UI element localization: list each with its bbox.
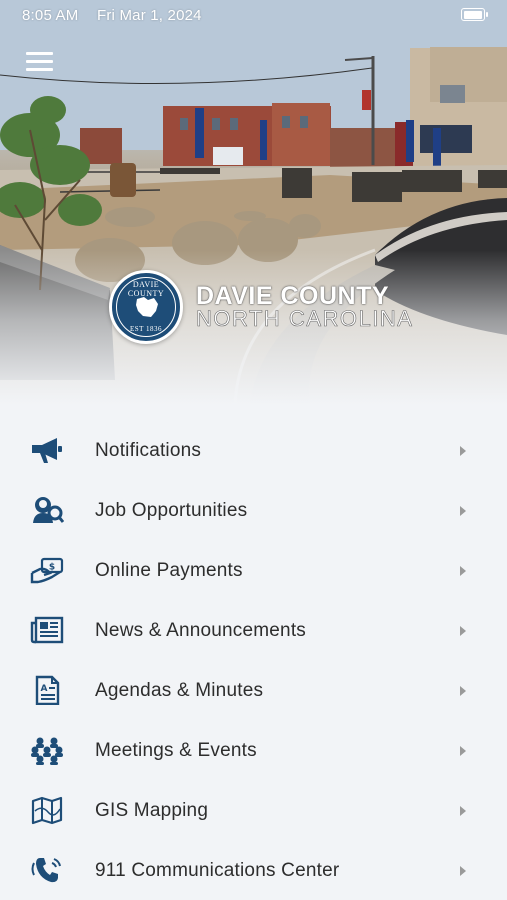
document-icon: A — [35, 675, 60, 705]
main-menu: Notifications Job Opportunities $ Online… — [0, 420, 507, 900]
menu-item-label: GIS Mapping — [95, 800, 209, 821]
chevron-right-icon — [460, 746, 466, 756]
header-banner: 8:05 AM Fri Mar 1, 2024 DAVIE COUNTY EST… — [0, 0, 507, 405]
county-seal-logo: DAVIE COUNTY EST 1836 — [109, 270, 183, 344]
chevron-right-icon — [460, 806, 466, 816]
menu-item-label: Notifications — [95, 440, 202, 461]
menu-item-agendas-minutes[interactable]: A Agendas & Minutes — [0, 660, 507, 720]
menu-item-label: News & Announcements — [95, 620, 307, 641]
menu-item-meetings-events[interactable]: Meetings & Events — [0, 720, 507, 780]
map-icon — [31, 796, 63, 825]
menu-item-online-payments[interactable]: $ Online Payments — [0, 540, 507, 600]
newspaper-icon — [30, 616, 64, 644]
hamburger-menu-icon[interactable] — [26, 52, 54, 72]
emergency-phone-icon — [31, 858, 61, 883]
status-bar: 8:05 AM Fri Mar 1, 2024 — [22, 7, 488, 25]
chevron-right-icon — [460, 866, 466, 876]
chevron-right-icon — [460, 566, 466, 576]
battery-icon — [461, 8, 488, 21]
status-date: Fri Mar 1, 2024 — [97, 7, 202, 24]
menu-item-notifications[interactable]: Notifications — [0, 420, 507, 480]
menu-item-label: Meetings & Events — [95, 740, 257, 761]
chevron-right-icon — [460, 446, 466, 456]
menu-item-gis-mapping[interactable]: GIS Mapping — [0, 780, 507, 840]
page-subtitle: NORTH CAROLINA — [196, 306, 414, 332]
megaphone-icon — [32, 438, 62, 463]
menu-item-label: Online Payments — [95, 560, 243, 581]
svg-text:A: A — [41, 684, 48, 694]
job-seeker-icon — [33, 497, 64, 523]
payment-hand-icon: $ — [30, 557, 64, 584]
chevron-right-icon — [460, 626, 466, 636]
county-outline-icon — [136, 297, 158, 317]
chevron-right-icon — [460, 506, 466, 516]
menu-item-911-communications[interactable]: 911 Communications Center — [0, 840, 507, 900]
chevron-right-icon — [460, 686, 466, 696]
menu-item-job-opportunities[interactable]: Job Opportunities — [0, 480, 507, 540]
menu-item-label: Job Opportunities — [95, 500, 248, 521]
menu-item-news-announcements[interactable]: News & Announcements — [0, 600, 507, 660]
menu-item-label: Agendas & Minutes — [95, 680, 264, 701]
group-icon — [31, 737, 63, 765]
status-time: 8:05 AM — [22, 7, 79, 24]
menu-item-label: 911 Communications Center — [95, 860, 340, 881]
seal-bottom-text: EST 1836 — [129, 325, 163, 333]
